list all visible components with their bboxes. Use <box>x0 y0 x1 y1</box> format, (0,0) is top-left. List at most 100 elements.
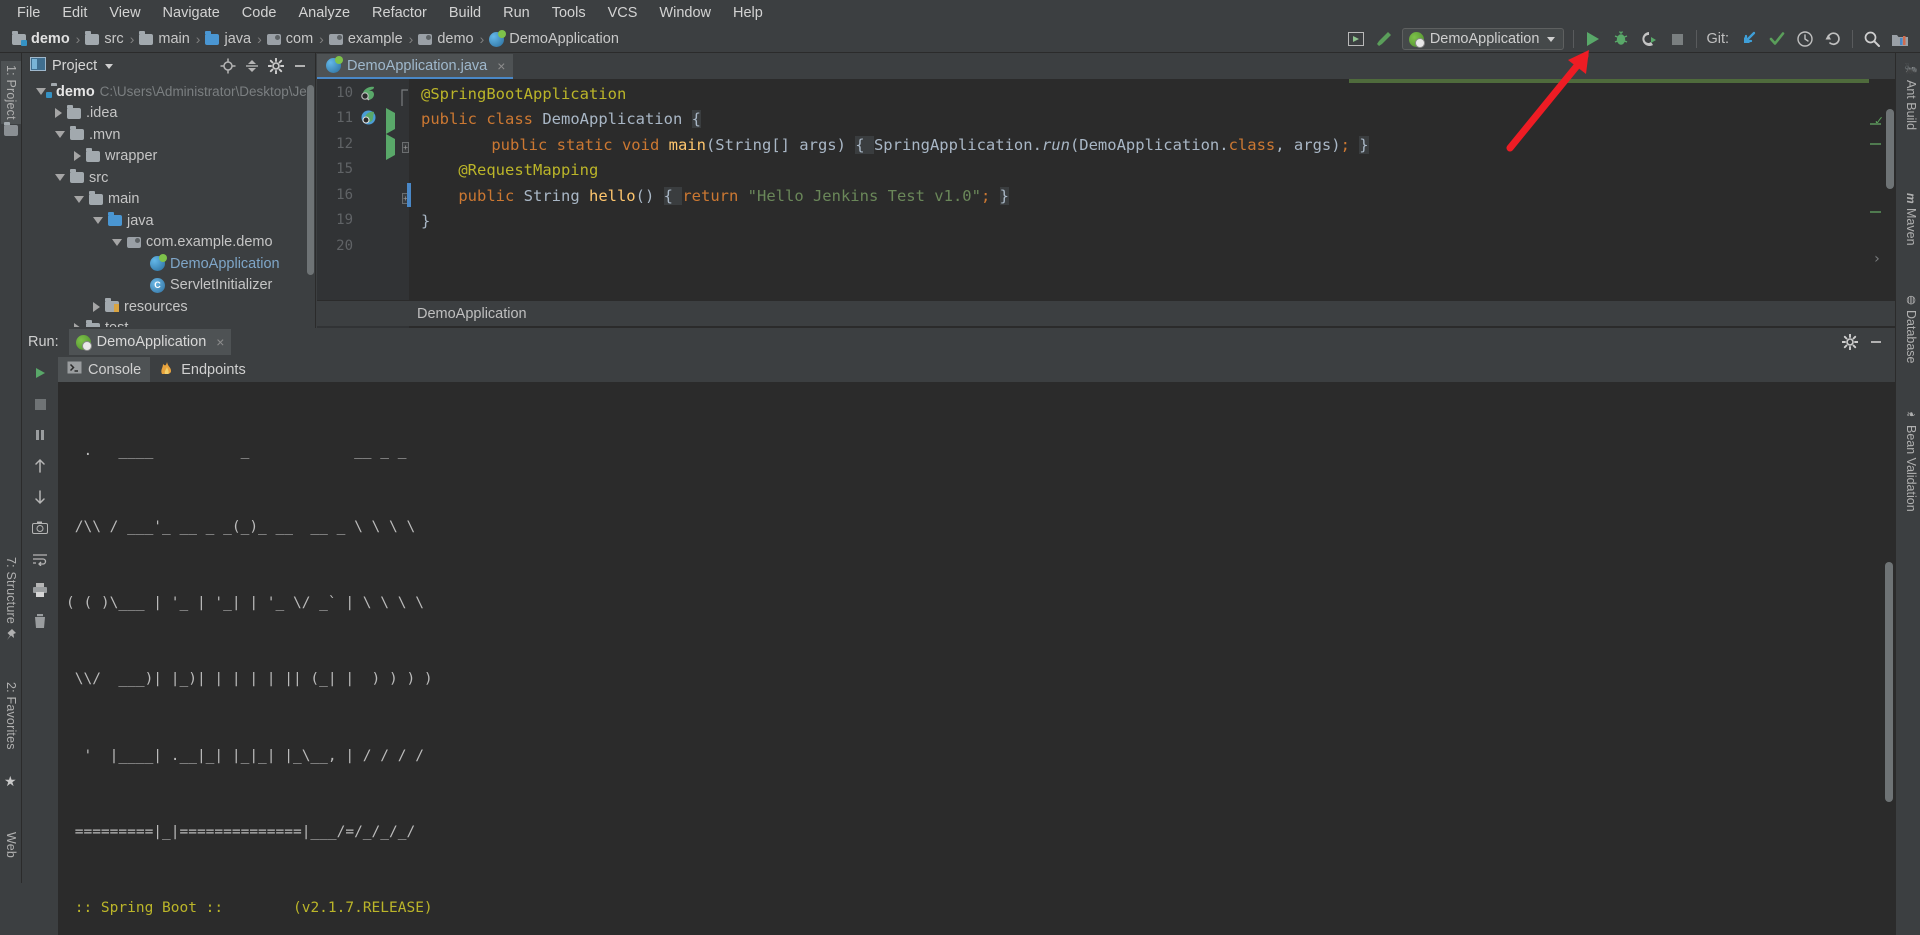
breadcrumb-item-demo-package[interactable]: demo <box>414 29 478 49</box>
run-tab-demoapplication[interactable]: DemoApplication × <box>69 329 232 355</box>
fold-region-icon[interactable] <box>400 89 409 111</box>
breadcrumb-item-demo-project[interactable]: demo <box>8 29 75 49</box>
code-text[interactable]: @SpringBootApplication public class Demo… <box>409 79 1895 328</box>
spring-bean-gutter-icon[interactable] <box>360 85 377 106</box>
close-icon[interactable]: × <box>497 58 505 74</box>
close-icon[interactable]: × <box>216 334 224 350</box>
breadcrumb-item-example[interactable]: example <box>325 29 408 49</box>
pin-icon[interactable] <box>4 628 18 642</box>
sidebar-item-favorites[interactable]: 2: Favorites <box>1 678 21 754</box>
pause-output-button[interactable] <box>28 424 52 446</box>
sidebar-item-project[interactable]: 1: Project <box>1 61 21 124</box>
locate-icon[interactable] <box>217 56 239 76</box>
tree-item-src[interactable]: src <box>22 167 315 189</box>
chevron-down-icon[interactable] <box>36 88 46 95</box>
chevron-down-icon[interactable] <box>112 239 122 246</box>
tab-console[interactable]: Console <box>58 357 150 382</box>
run-with-coverage-button[interactable] <box>1635 27 1663 51</box>
breadcrumb-item-java[interactable]: java <box>201 29 256 49</box>
menu-refactor[interactable]: Refactor <box>361 1 438 25</box>
git-rollback-icon[interactable] <box>1819 27 1847 51</box>
collapse-all-icon[interactable] <box>241 56 263 76</box>
menu-analyze[interactable]: Analyze <box>287 1 361 25</box>
run-button[interactable] <box>1579 27 1607 51</box>
menu-file[interactable]: File <box>6 1 51 25</box>
hide-panel-icon[interactable] <box>289 56 311 76</box>
collapse-marker-icon[interactable]: › <box>1873 247 1881 273</box>
menu-tools[interactable]: Tools <box>541 1 597 25</box>
chevron-down-icon[interactable] <box>55 174 65 181</box>
git-commit-icon[interactable] <box>1763 27 1791 51</box>
debug-button[interactable] <box>1607 27 1635 51</box>
hammer-build-icon[interactable] <box>1370 27 1398 51</box>
tree-item-demo[interactable]: demo C:\Users\Administrator\Desktop\Jen <box>22 81 315 103</box>
menu-window[interactable]: Window <box>648 1 722 25</box>
sidebar-item-structure[interactable]: 7: Structure <box>1 553 21 628</box>
inspection-ok-icon[interactable]: ✓ <box>1875 109 1883 135</box>
run-main-gutter-icon[interactable] <box>386 139 395 155</box>
chevron-down-icon[interactable] <box>55 131 65 138</box>
run-line-gutter-icon[interactable] <box>386 113 395 129</box>
breadcrumb-item-democlass[interactable]: DemoApplication <box>485 29 624 49</box>
project-tree-scrollbar[interactable] <box>307 85 314 275</box>
editor-breadcrumb-label[interactable]: DemoApplication <box>417 306 527 322</box>
screenshot-button[interactable] <box>28 517 52 539</box>
tree-item-demoapplication[interactable]: DemoApplication <box>22 253 315 275</box>
soft-wrap-button[interactable] <box>28 548 52 570</box>
breadcrumb-item-com[interactable]: com <box>263 29 318 49</box>
breadcrumb-item-src[interactable]: src <box>81 29 128 49</box>
tree-item-main[interactable]: main <box>22 189 315 211</box>
chevron-down-icon[interactable] <box>105 64 113 69</box>
tree-item-wrapper[interactable]: wrapper <box>22 146 315 168</box>
tree-item-test[interactable]: test <box>22 318 315 328</box>
settings-gear-icon[interactable] <box>265 56 287 76</box>
rerun-button[interactable] <box>28 362 52 384</box>
menu-edit[interactable]: Edit <box>51 1 98 25</box>
tree-item-idea[interactable]: .idea <box>22 103 315 125</box>
settings-gear-icon[interactable] <box>1839 332 1861 352</box>
chevron-right-icon[interactable] <box>74 151 81 161</box>
tree-item-resources[interactable]: resources <box>22 296 315 318</box>
tree-item-mvn[interactable]: .mvn <box>22 124 315 146</box>
hide-panel-icon[interactable] <box>1865 332 1887 352</box>
sidebar-item-maven[interactable]: m Maven <box>1904 193 1918 245</box>
menu-help[interactable]: Help <box>722 1 774 25</box>
run-anything-icon[interactable] <box>1342 27 1370 51</box>
sidebar-item-web[interactable]: Web <box>1 828 21 862</box>
scroll-down-button[interactable] <box>28 486 52 508</box>
menu-navigate[interactable]: Navigate <box>152 1 231 25</box>
sidebar-item-bean-validation[interactable]: ❧ Bean Validation <box>1904 408 1918 512</box>
chevron-right-icon[interactable] <box>74 323 81 327</box>
console-output[interactable]: . ____ _ __ _ _ /\\ / ___'_ __ _ _(_)_ _… <box>58 382 1895 935</box>
menu-view[interactable]: View <box>98 1 151 25</box>
tree-item-servletinitializer[interactable]: C ServletInitializer <box>22 275 315 297</box>
run-configuration-selector[interactable]: DemoApplication <box>1402 28 1565 50</box>
chevron-down-icon[interactable] <box>74 196 84 203</box>
console-scrollbar[interactable] <box>1885 562 1893 802</box>
print-button[interactable] <box>28 579 52 601</box>
chevron-right-icon[interactable] <box>93 302 100 312</box>
menu-run[interactable]: Run <box>492 1 541 25</box>
tab-demoapplication-java[interactable]: DemoApplication.java × <box>317 54 513 79</box>
editor-scrollbar[interactable] <box>1886 109 1894 189</box>
chevron-right-icon[interactable] <box>55 108 62 118</box>
menu-code[interactable]: Code <box>231 1 288 25</box>
code-editor[interactable]: 10 11 12 15 16 19 20 <box>317 79 1895 328</box>
git-history-icon[interactable] <box>1791 27 1819 51</box>
tree-item-com-example-demo[interactable]: com.example.demo <box>22 232 315 254</box>
breadcrumb-item-main[interactable]: main <box>135 29 194 49</box>
fold-expand-icon[interactable]: + <box>402 138 409 154</box>
spring-run-gutter-icon[interactable] <box>360 109 377 130</box>
editor-gutter[interactable]: 10 11 12 15 16 19 20 <box>317 79 409 328</box>
stop-button[interactable] <box>28 393 52 415</box>
sidebar-item-database[interactable]: ◍ Database <box>1904 293 1918 364</box>
stop-button[interactable] <box>1663 27 1691 51</box>
search-everywhere-icon[interactable] <box>1858 27 1886 51</box>
tree-item-java[interactable]: java <box>22 210 315 232</box>
menu-vcs[interactable]: VCS <box>597 1 649 25</box>
chevron-down-icon[interactable] <box>93 217 103 224</box>
tab-endpoints[interactable]: Endpoints <box>150 357 255 382</box>
project-tree[interactable]: demo C:\Users\Administrator\Desktop\Jen … <box>22 79 315 327</box>
git-update-icon[interactable] <box>1735 27 1763 51</box>
sidebar-item-ant-build[interactable]: 🐜 Ant Build <box>1904 63 1918 130</box>
